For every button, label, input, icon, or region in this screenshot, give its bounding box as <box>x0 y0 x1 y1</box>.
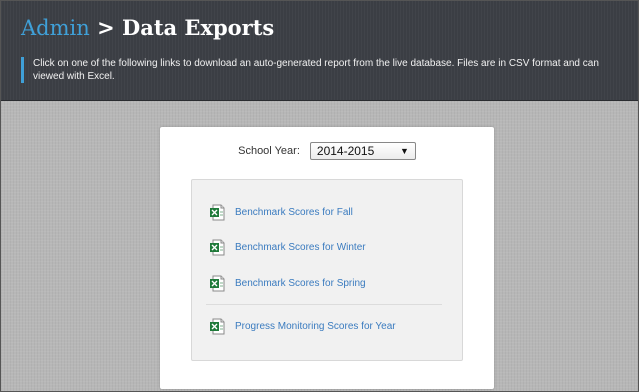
school-year-select[interactable]: 2014-2015 ▼ <box>309 142 416 160</box>
export-link-label[interactable]: Benchmark Scores for Fall <box>235 207 353 218</box>
export-link-label[interactable]: Benchmark Scores for Spring <box>235 278 366 289</box>
exports-card: School Year: 2014-2015 ▼ Benchmark Score… <box>160 127 494 389</box>
excel-file-icon <box>210 239 225 255</box>
export-links-panel: Benchmark Scores for Fall Benchmark Scor… <box>191 179 463 361</box>
export-link-winter[interactable]: Benchmark Scores for Winter <box>209 238 366 256</box>
excel-file-icon <box>210 318 225 334</box>
export-link-label[interactable]: Progress Monitoring Scores for Year <box>235 321 396 332</box>
page-title: Admin > Data Exports <box>21 15 274 40</box>
excel-file-icon <box>210 275 225 291</box>
breadcrumb-admin-link[interactable]: Admin <box>21 16 90 40</box>
export-link-progress-monitoring[interactable]: Progress Monitoring Scores for Year <box>209 317 396 335</box>
page-title-text: Data Exports <box>122 15 275 40</box>
page-description: Click on one of the following links to d… <box>21 57 631 83</box>
divider <box>206 304 442 305</box>
school-year-label: School Year: <box>238 145 300 157</box>
page-frame: Admin > Data Exports Click on one of the… <box>0 0 639 392</box>
dropdown-arrow-icon: ▼ <box>399 146 409 156</box>
breadcrumb-separator: > <box>97 15 115 40</box>
school-year-value: 2014-2015 <box>316 144 375 158</box>
export-link-fall[interactable]: Benchmark Scores for Fall <box>209 203 353 221</box>
export-link-spring[interactable]: Benchmark Scores for Spring <box>209 274 366 292</box>
export-link-label[interactable]: Benchmark Scores for Winter <box>235 242 366 253</box>
school-year-filter: School Year: 2014-2015 ▼ <box>160 142 494 160</box>
page-header: Admin > Data Exports Click on one of the… <box>1 1 638 101</box>
excel-file-icon <box>210 204 225 220</box>
